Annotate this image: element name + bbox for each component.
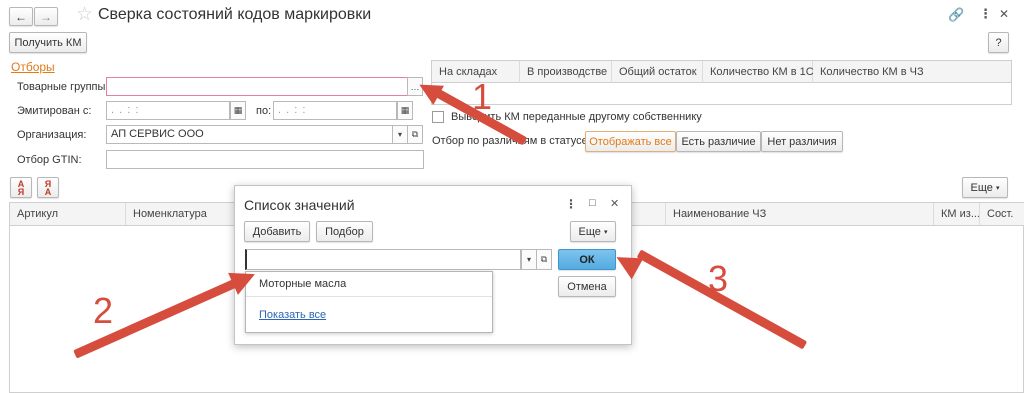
link-icon[interactable]: 🔗 <box>948 7 964 23</box>
gtin-input[interactable] <box>106 150 424 169</box>
dialog-more-button[interactable]: Еще ▾ <box>570 221 616 242</box>
summary-col-km-cz[interactable]: Количество КМ в ЧЗ <box>813 61 1011 83</box>
dropdown-item[interactable]: Моторные масла <box>259 278 346 290</box>
emitted-to-label: по: <box>256 105 272 117</box>
show-all-link[interactable]: Показать все <box>259 309 326 321</box>
annotation-number-3: 3 <box>708 258 729 299</box>
summary-table: На складах В производстве Общий остаток … <box>431 60 1012 105</box>
dialog-open-icon[interactable]: ⧉ <box>536 249 552 270</box>
col-cz-name[interactable]: Наименование ЧЗ <box>666 203 934 225</box>
col-km-from[interactable]: КМ из... <box>934 203 980 225</box>
organization-open-icon[interactable]: ⧉ <box>407 125 423 144</box>
arrow-right-icon: → <box>40 9 52 24</box>
page-title: Сверка состояний кодов маркировки <box>98 6 372 23</box>
summary-col-total[interactable]: Общий остаток <box>612 61 703 83</box>
menu-dots-icon[interactable]: ⋮ <box>979 6 992 22</box>
dialog-cancel-button[interactable]: Отмена <box>558 276 616 297</box>
col-article[interactable]: Артикул <box>10 203 126 225</box>
sort-asc-icon: АЯ <box>17 178 25 197</box>
summary-col-km-1c[interactable]: Количество КМ в 1С <box>703 61 814 83</box>
arrow-left-icon: ← <box>15 9 27 24</box>
dialog-ok-button[interactable]: ОК <box>558 249 616 270</box>
sort-asc-button[interactable]: АЯ <box>10 177 32 198</box>
emitted-from-label: Эмитирован с: <box>17 105 92 117</box>
chevron-down-icon: ▾ <box>995 184 1000 192</box>
dialog-dropdown-icon[interactable]: ▾ <box>521 249 537 270</box>
transfer-checkbox[interactable] <box>432 111 444 123</box>
back-button[interactable]: ← <box>9 7 33 26</box>
summary-header: На складах В производстве Общий остаток … <box>432 61 1011 83</box>
summary-col-production[interactable]: В производстве <box>520 61 612 83</box>
dialog-add-button[interactable]: Добавить <box>244 221 310 242</box>
product-groups-label: Товарные группы: <box>17 81 109 93</box>
dialog-select-button[interactable]: Подбор <box>316 221 373 242</box>
filters-heading[interactable]: Отборы <box>11 60 55 74</box>
chevron-down-icon: ▾ <box>603 228 608 236</box>
emitted-to-input[interactable]: . . : : <box>273 101 397 120</box>
product-groups-input[interactable] <box>106 77 408 96</box>
sort-desc-button[interactable]: ЯА <box>37 177 59 198</box>
diff-show-all-button[interactable]: Отображать все <box>585 131 676 152</box>
dialog-menu-icon[interactable]: ⋮ <box>565 197 577 211</box>
forward-button[interactable]: → <box>34 7 58 26</box>
dialog-title: Список значений <box>244 197 355 213</box>
help-button[interactable]: ? <box>988 32 1009 53</box>
sort-desc-icon: ЯА <box>44 178 52 197</box>
annotation-number-1: 1 <box>472 76 493 117</box>
dialog-close-icon[interactable]: ✕ <box>610 197 619 210</box>
dialog-maximize-icon[interactable]: □ <box>589 197 596 209</box>
emitted-from-input[interactable]: . . : : <box>106 101 230 120</box>
diff-no-difference-button[interactable]: Нет различия <box>761 131 843 152</box>
close-icon[interactable]: ✕ <box>999 7 1009 21</box>
get-km-button[interactable]: Получить КМ <box>9 32 87 53</box>
favorite-star-icon[interactable]: ☆ <box>76 3 93 26</box>
calendar-to-icon[interactable]: ▦ <box>397 101 413 120</box>
main-more-button[interactable]: Еще ▾ <box>962 177 1008 198</box>
calendar-from-icon[interactable]: ▦ <box>230 101 246 120</box>
dropdown-divider <box>246 296 492 297</box>
gtin-label: Отбор GTIN: <box>17 154 82 166</box>
col-state[interactable]: Сост. <box>980 203 1024 225</box>
dropdown-list: Моторные масла Показать все <box>245 271 493 333</box>
organization-input[interactable]: АП СЕРВИС ООО <box>106 125 393 144</box>
value-list-dialog: Список значений ⋮ □ ✕ Добавить Подбор Ещ… <box>234 185 632 345</box>
organization-dropdown-icon[interactable]: ▾ <box>392 125 408 144</box>
organization-label: Организация: <box>17 129 87 141</box>
diff-has-difference-button[interactable]: Есть различие <box>676 131 761 152</box>
annotation-number-2: 2 <box>93 290 114 331</box>
dialog-value-input[interactable] <box>245 249 521 270</box>
